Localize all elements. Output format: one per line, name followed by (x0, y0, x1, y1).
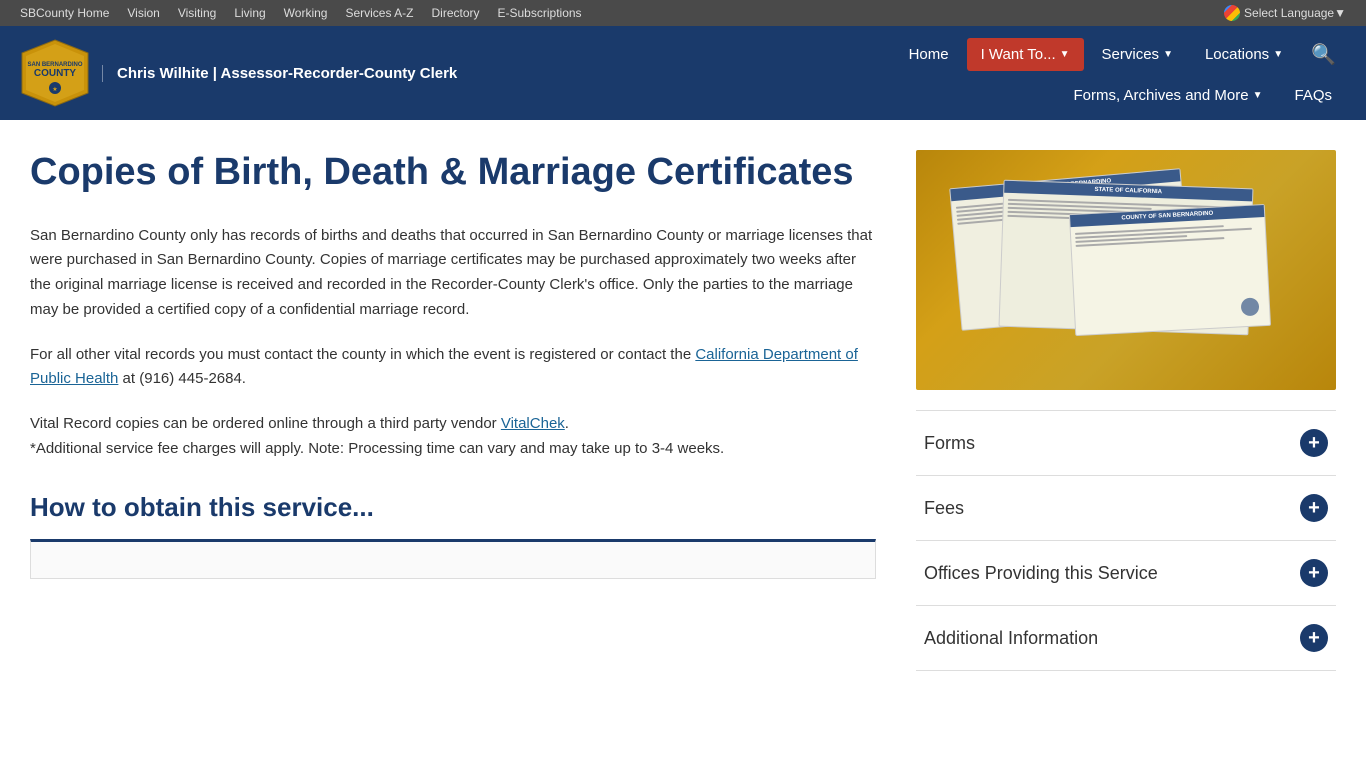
content-area: Copies of Birth, Death & Marriage Certif… (0, 120, 1366, 701)
main-content: Copies of Birth, Death & Marriage Certif… (30, 150, 876, 671)
sidebar: COUNTY OF SAN BERNARDINO STATE (916, 150, 1336, 671)
accordion-forms-header[interactable]: Forms + (916, 411, 1336, 475)
locations-caret: ▼ (1273, 49, 1283, 60)
body-paragraph-3: Vital Record copies can be ordered onlin… (30, 412, 876, 462)
google-icon (1224, 5, 1240, 21)
utility-link-visiting[interactable]: Visiting (178, 6, 216, 20)
how-to-heading: How to obtain this service... (30, 492, 876, 523)
accordion-offices: Offices Providing this Service + (916, 540, 1336, 605)
search-button[interactable]: 🔍 (1301, 34, 1346, 75)
cert-card-3: COUNTY OF SAN BERNARDINO (1069, 204, 1271, 336)
utility-link-esubscriptions[interactable]: E-Subscriptions (498, 6, 582, 20)
accordion-additional-title: Additional Information (924, 628, 1098, 649)
main-navigation: Home I Want To... ▼ Services ▼ Locations… (487, 34, 1346, 112)
body-p3-prefix: Vital Record copies can be ordered onlin… (30, 415, 501, 432)
vitalchek-link[interactable]: VitalChek (501, 415, 565, 432)
utility-link-directory[interactable]: Directory (431, 6, 479, 20)
utility-link-services-az[interactable]: Services A-Z (345, 6, 413, 20)
site-header: SAN BERNARDINO COUNTY ★ Chris Wilhite | … (0, 26, 1366, 120)
certificate-image: COUNTY OF SAN BERNARDINO STATE (916, 150, 1336, 390)
nav-services[interactable]: Services ▼ (1088, 38, 1187, 71)
select-language-label: Select Language (1244, 6, 1334, 20)
accordion-forms: Forms + (916, 410, 1336, 475)
accordion-offices-expand-icon: + (1300, 559, 1328, 587)
accordion-additional: Additional Information + (916, 605, 1336, 671)
nav-row-1: Home I Want To... ▼ Services ▼ Locations… (895, 34, 1346, 75)
nav-locations[interactable]: Locations ▼ (1191, 38, 1297, 71)
accordion-additional-header[interactable]: Additional Information + (916, 606, 1336, 670)
cert-stack: COUNTY OF SAN BERNARDINO STATE (948, 168, 1305, 372)
accordion-forms-expand-icon: + (1300, 429, 1328, 457)
body-p4-text: *Additional service fee charges will app… (30, 440, 724, 457)
utility-link-living[interactable]: Living (234, 6, 265, 20)
how-to-box (30, 539, 876, 579)
nav-forms-archives[interactable]: Forms, Archives and More ▼ (1060, 79, 1277, 112)
utility-link-working[interactable]: Working (284, 6, 328, 20)
page-title: Copies of Birth, Death & Marriage Certif… (30, 150, 876, 196)
svg-text:★: ★ (52, 86, 57, 93)
services-caret: ▼ (1163, 49, 1173, 60)
department-name: Chris Wilhite | Assessor-Recorder-County… (102, 65, 457, 82)
forms-caret: ▼ (1253, 90, 1263, 101)
body-p2-suffix: at (916) 445-2684. (118, 370, 246, 387)
nav-i-want-to[interactable]: I Want To... ▼ (967, 38, 1084, 71)
utility-bar: SBCounty Home Vision Visiting Living Wor… (0, 0, 1366, 26)
body-p3-suffix: . (565, 415, 569, 432)
utility-link-sbcounty[interactable]: SBCounty Home (20, 6, 109, 20)
translate-caret: ▼ (1334, 6, 1346, 20)
accordion-fees-header[interactable]: Fees + (916, 476, 1336, 540)
accordion-offices-title: Offices Providing this Service (924, 563, 1158, 584)
accordion-fees-expand-icon: + (1300, 494, 1328, 522)
county-logo: SAN BERNARDINO COUNTY ★ (20, 38, 90, 108)
i-want-to-caret: ▼ (1060, 49, 1070, 60)
accordion-fees: Fees + (916, 475, 1336, 540)
accordion-offices-header[interactable]: Offices Providing this Service + (916, 541, 1336, 605)
logo-area: SAN BERNARDINO COUNTY ★ Chris Wilhite | … (20, 38, 457, 108)
body-paragraph-2: For all other vital records you must con… (30, 343, 876, 393)
cert-image-mock: COUNTY OF SAN BERNARDINO STATE (916, 150, 1336, 390)
accordion-additional-expand-icon: + (1300, 624, 1328, 652)
accordion-forms-title: Forms (924, 433, 975, 454)
svg-text:COUNTY: COUNTY (34, 68, 77, 79)
google-translate-widget[interactable]: Select Language ▼ (1224, 5, 1346, 21)
accordion-fees-title: Fees (924, 498, 964, 519)
body-paragraph-1: San Bernardino County only has records o… (30, 224, 876, 323)
page-wrapper: Copies of Birth, Death & Marriage Certif… (0, 120, 1366, 701)
cert-seal-3 (1241, 298, 1260, 317)
body-p2-prefix: For all other vital records you must con… (30, 346, 695, 363)
utility-link-vision[interactable]: Vision (127, 6, 159, 20)
accordion: Forms + Fees + Offices Providing this Se… (916, 410, 1336, 671)
nav-home[interactable]: Home (895, 38, 963, 71)
nav-row-2: Forms, Archives and More ▼ FAQs (1060, 79, 1346, 112)
nav-faqs[interactable]: FAQs (1280, 79, 1346, 112)
